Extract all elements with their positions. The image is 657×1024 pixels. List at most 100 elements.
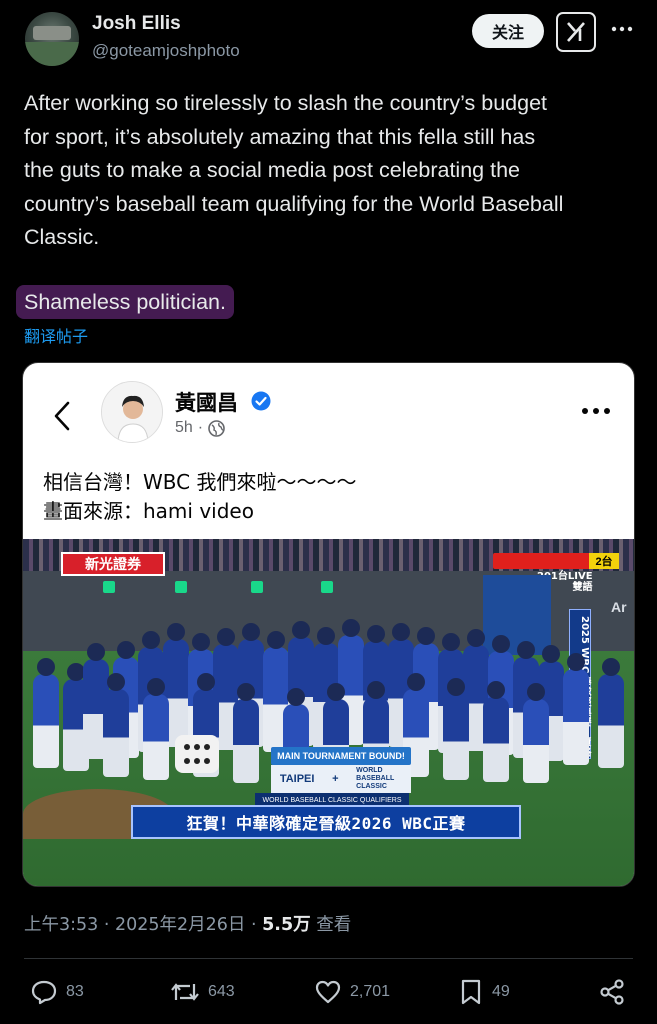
player-figure [563, 669, 589, 766]
player-cap [417, 627, 435, 645]
embedded-post-text: 相信台灣！WBC 我們來啦～～～～ 畫面來源：hami video [43, 468, 356, 526]
dice-dots-icon [184, 744, 210, 764]
back-arrow-icon [54, 401, 70, 431]
person-portrait-icon [102, 382, 162, 442]
repost-button[interactable]: 643 [170, 978, 235, 1006]
qualification-banner: TAIPEI + WORLD BASEBALL CLASSIC [271, 765, 411, 793]
player-cap [342, 619, 360, 637]
bookmark-icon [461, 979, 481, 1005]
player-cap [37, 658, 55, 676]
player-cap [492, 635, 510, 653]
player-cap [242, 623, 260, 641]
player-cap [447, 678, 465, 696]
highlighted-text: Shameless politician. [16, 285, 234, 319]
player-cap [192, 633, 210, 651]
player-cap [542, 645, 560, 663]
player-figure [523, 699, 549, 784]
author-handle[interactable]: @goteamjoshphoto [92, 41, 240, 61]
post-timestamp: 上午3:53 · 2025年2月26日 · 5.5万 查看 [24, 911, 351, 936]
team-celebration-photo: 新光證券 2台 201台LIVE 雙語 Ar 2025 WBC 棒球經典賽・資格… [23, 539, 634, 886]
dot-separator: · [197, 419, 204, 436]
reply-icon [31, 980, 57, 1005]
embedded-avatar [101, 381, 163, 443]
wall-light [251, 581, 263, 593]
wall-light [175, 581, 187, 593]
follow-button[interactable]: 关注 [472, 14, 544, 48]
player-cap [147, 678, 165, 696]
post-line: Classic. [24, 225, 100, 249]
embedded-author-name: 黃國昌 [175, 391, 238, 415]
player-cap [407, 673, 425, 691]
share-icon [600, 979, 624, 1005]
translate-post-link[interactable]: 翻译帖子 [24, 323, 88, 347]
player-cap [267, 631, 285, 649]
avatar-stand-shape [33, 26, 71, 40]
reply-button[interactable]: 83 [30, 978, 84, 1006]
highlighted-line: Shameless politician. [16, 285, 234, 319]
more-horizontal-icon [611, 26, 633, 32]
post-body: After working so tirelessly to slash the… [24, 87, 639, 255]
wall-ad-text: Ar [611, 599, 627, 615]
bookmark-count: 49 [492, 983, 510, 1000]
post-header: Josh Ellis @goteamjoshphoto 关注 [0, 0, 657, 80]
banner-plus: + [332, 773, 339, 785]
main-tournament-banner: MAIN TOURNAMENT BOUND! [271, 747, 411, 765]
player-cap [517, 641, 535, 659]
views-label: 查看 [310, 915, 352, 935]
player-figure [598, 674, 624, 769]
embedded-text-line: 畫面來源：hami video [43, 499, 254, 523]
divider [24, 958, 633, 959]
player-cap [167, 623, 185, 641]
player-cap [367, 681, 385, 699]
player-figure [443, 694, 469, 781]
player-cap [197, 673, 215, 691]
broadcast-caption: 狂賀！中華隊確定晉級2026 WBC正賽 [131, 805, 521, 839]
tv-channel-badge: 2台 [589, 553, 619, 569]
embedded-image-card[interactable]: 黃國昌 5h · 相信台灣！WBC 我們來啦～～～～ 畫面來源：hami vid… [22, 362, 635, 887]
post-line: After working so tirelessly to slash the… [24, 91, 548, 115]
player-cap [217, 628, 235, 646]
heart-icon [315, 980, 341, 1004]
post-line: country’s baseball team qualifying for t… [24, 191, 564, 216]
player-figure [33, 674, 59, 769]
bookmark-button[interactable]: 49 [458, 978, 510, 1006]
player-cap [87, 643, 105, 661]
player-cap [567, 653, 585, 671]
player-cap [602, 658, 620, 676]
player-figure [483, 697, 509, 783]
like-button[interactable]: 2,701 [314, 978, 390, 1006]
action-bar: 83 643 2,701 49 [0, 972, 657, 1014]
post-datetime[interactable]: 上午3:53 · 2025年2月26日 · [24, 915, 262, 935]
avatar-field-shape [25, 41, 79, 66]
player-figure [233, 699, 259, 784]
player-figure [103, 689, 129, 778]
player-cap [292, 621, 310, 639]
embedded-post-meta: 5h · [175, 419, 225, 437]
embedded-time: 5h [175, 419, 193, 436]
grok-icon [567, 22, 585, 42]
view-count: 5.5万 [262, 915, 311, 935]
player-cap [237, 683, 255, 701]
sponsor-sign: 新光證券 [61, 552, 165, 576]
player-cap [142, 631, 160, 649]
verified-badge-icon [251, 391, 271, 411]
author-name[interactable]: Josh Ellis [92, 13, 181, 35]
inflatable-dice [175, 735, 219, 773]
player-cap [392, 623, 410, 641]
globe-icon [208, 419, 225, 437]
grok-button[interactable] [556, 12, 596, 52]
repost-icon [171, 983, 199, 1001]
more-horizontal-icon [582, 408, 610, 414]
banner-event: WORLD BASEBALL CLASSIC [356, 767, 395, 790]
post-line: the guts to make a social media post cel… [24, 158, 520, 182]
player-cap [487, 681, 505, 699]
more-options-button[interactable] [608, 14, 636, 44]
author-avatar[interactable] [25, 12, 79, 66]
wall-light [321, 581, 333, 593]
player-cap [442, 633, 460, 651]
player-cap [367, 625, 385, 643]
share-button[interactable] [598, 978, 626, 1006]
player-cap [287, 688, 305, 706]
reply-count: 83 [66, 983, 84, 1000]
player-cap [327, 683, 345, 701]
